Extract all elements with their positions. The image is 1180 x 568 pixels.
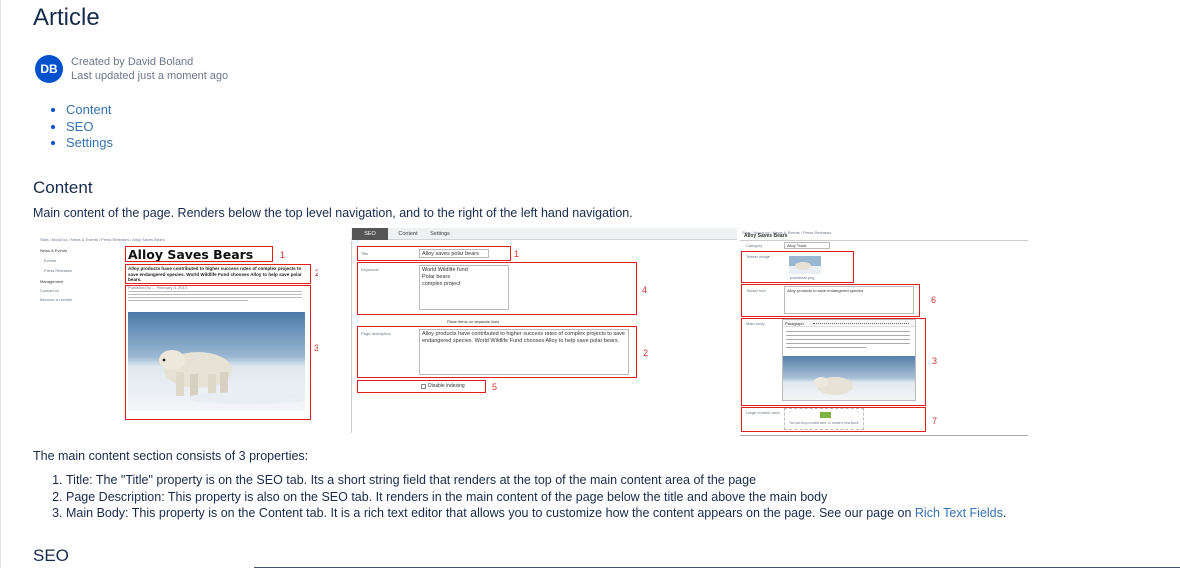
category-field: Alloy Track <box>784 242 830 249</box>
toc-link-settings[interactable]: Settings <box>66 135 113 150</box>
callout-box-teaser-image <box>741 251 854 283</box>
nav-item: Press Releases <box>44 268 73 273</box>
content-description: Main content of the page. Renders below … <box>33 206 633 220</box>
toc-item: Settings <box>66 135 113 152</box>
property-text: Main Body: This property is on the Conte… <box>66 506 915 520</box>
toc-item: SEO <box>66 119 113 136</box>
header-rule <box>740 240 1028 241</box>
seo-heading: SEO <box>33 546 69 565</box>
content-heading: Content <box>33 178 93 197</box>
rich-text-fields-link[interactable]: Rich Text Fields <box>915 506 1003 520</box>
callout-number: 1 <box>280 250 286 260</box>
table-of-contents: Content SEO Settings <box>48 102 113 152</box>
created-by: Created by David Boland <box>71 56 194 68</box>
page-title: Article <box>33 4 100 31</box>
property-item: Title: The "Title" property is on the SE… <box>66 472 1006 489</box>
callout-box-title <box>357 246 511 261</box>
nav-item: Events <box>44 258 57 263</box>
nav-item: Contact us <box>40 288 60 293</box>
callout-number: 3 <box>932 356 938 366</box>
nav-item: Management <box>40 279 64 284</box>
properties-list: Title: The "Title" property is on the SE… <box>48 472 1006 522</box>
avatar[interactable]: DB <box>35 55 63 83</box>
seo-tab-screenshot: SEO Content Settings Title Alloy saves p… <box>351 228 737 433</box>
property-item: Main Body: This property is on the Conte… <box>66 505 1006 522</box>
keywords-hint: Place items on separate lines <box>447 319 500 324</box>
callout-number: 4 <box>642 285 648 295</box>
callout-number: 5 <box>492 382 498 392</box>
callout-box-main-body <box>741 318 926 406</box>
callout-box-content-area <box>741 407 926 432</box>
toc-link-content[interactable]: Content <box>66 102 112 117</box>
left-nav: News & Events Events Press Releases Mana… <box>36 246 120 306</box>
tab-bar: SEO Content Settings <box>351 228 737 240</box>
toc-item: Content <box>66 102 113 119</box>
callout-box-title <box>125 246 273 262</box>
callout-number: 6 <box>931 295 937 305</box>
callout-number: 3 <box>314 343 318 353</box>
nav-item: Become a reseller <box>40 297 73 302</box>
tab-content: Content <box>398 231 418 237</box>
callout-number: 7 <box>932 416 938 426</box>
callout-number: 1 <box>514 249 520 259</box>
mini-title: Alloy Saves Bears <box>744 233 788 239</box>
callout-box-keywords <box>357 262 637 315</box>
category-label: Category <box>746 243 763 248</box>
property-item: Page Description: This property is also … <box>66 489 1006 506</box>
content-intro: The main content section consists of 3 p… <box>33 449 309 463</box>
callout-number: 2 <box>315 268 318 278</box>
callout-box-main-body <box>125 285 311 420</box>
byline: DB Created by David Boland Last updated … <box>35 55 228 83</box>
byline-text: Created by David Boland Last updated jus… <box>71 55 228 83</box>
callout-box-description <box>357 326 637 378</box>
tab-seo: SEO <box>352 228 388 240</box>
callout-number: 2 <box>643 348 649 358</box>
panel-divider <box>351 241 352 433</box>
tab-settings: Settings <box>430 231 450 237</box>
rendered-page-screenshot: Start / About us / News & Events / Press… <box>36 232 318 422</box>
callout-box-indexing <box>357 380 486 393</box>
breadcrumb: Start / About us / News & Events / Press… <box>40 237 165 242</box>
period: . <box>1002 506 1007 520</box>
last-updated: Last updated just a moment ago <box>71 70 229 82</box>
callout-box-teaser-text <box>741 284 920 317</box>
left-border <box>0 0 1 568</box>
toc-link-seo[interactable]: SEO <box>66 119 93 134</box>
content-tab-screenshot: Start / About us / News & Events / Press… <box>740 228 1028 436</box>
callout-box-description <box>125 264 311 284</box>
nav-item: News & Events <box>40 248 68 253</box>
